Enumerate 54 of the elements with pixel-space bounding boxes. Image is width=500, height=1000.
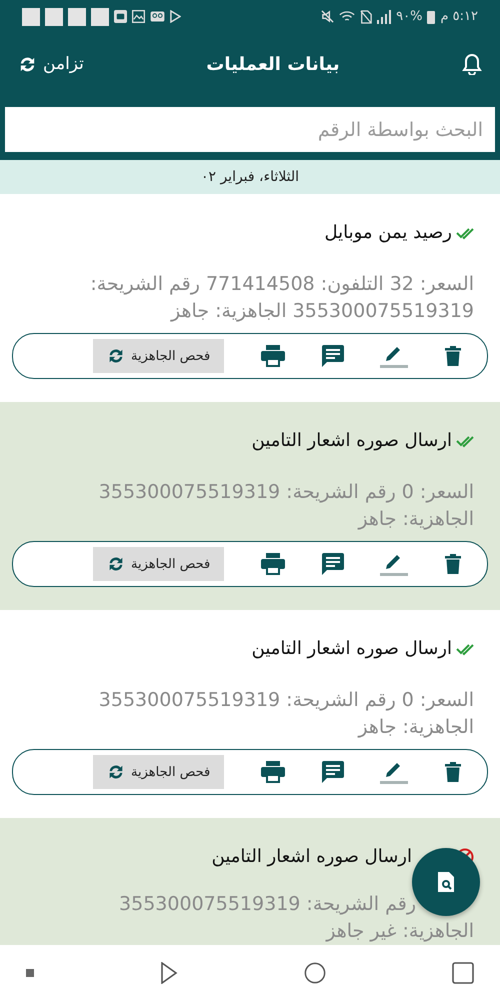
- message-icon[interactable]: [322, 553, 344, 575]
- record-title: ارسال صوره اشعار التامين: [212, 846, 412, 867]
- record-details: الجاهزية: جاهز: [356, 507, 474, 532]
- back-icon[interactable]: [160, 962, 178, 984]
- printer-icon[interactable]: [260, 761, 285, 783]
- printer-icon[interactable]: [260, 553, 285, 575]
- pencil-icon[interactable]: [380, 344, 408, 368]
- sync-button[interactable]: تزامن: [18, 54, 84, 74]
- bell-icon[interactable]: [462, 53, 482, 75]
- notification-icon: [68, 8, 86, 26]
- refresh-icon: [107, 347, 126, 365]
- no-sim-icon: [360, 10, 372, 24]
- record-details: 355300075519319 الجاهزية: جاهز: [169, 299, 474, 324]
- trash-icon[interactable]: [445, 554, 461, 574]
- battery-level: %٩٠: [396, 9, 422, 24]
- signal-icon: [377, 10, 392, 24]
- pencil-icon[interactable]: [380, 760, 408, 784]
- play-store-icon: [170, 10, 181, 23]
- record-title: ارسال صوره اشعار التامين: [252, 638, 452, 659]
- record-details: الجاهزية: غير جاهز: [324, 919, 474, 944]
- check-readiness-button[interactable]: فحص الجاهزية: [93, 755, 224, 789]
- record-details: السعر: 32 التلفون: 771414508 رقم الشريحة:: [89, 272, 474, 297]
- check-readiness-button[interactable]: فحص الجاهزية: [93, 339, 224, 373]
- check-readiness-button[interactable]: فحص الجاهزية: [93, 547, 224, 581]
- notification-icon: [91, 8, 109, 26]
- notification-icon: [22, 8, 40, 26]
- refresh-icon: [107, 763, 126, 781]
- screen-title: بيانات العمليات: [206, 54, 340, 74]
- trash-icon[interactable]: [445, 346, 461, 366]
- record-title: ارسال صوره اشعار التامين: [252, 430, 452, 451]
- printer-icon[interactable]: [260, 345, 285, 367]
- record-details: رقم الشريحة: 355300075519319: [118, 892, 417, 917]
- recents-icon[interactable]: [452, 962, 474, 984]
- search-field[interactable]: البحث بواسطة الرقم: [5, 107, 495, 152]
- message-icon[interactable]: [322, 761, 344, 783]
- pencil-icon[interactable]: [380, 552, 408, 576]
- mute-icon: [321, 10, 334, 23]
- battery-icon: [427, 10, 436, 24]
- record-details: الجاهزية: جاهز: [356, 715, 474, 740]
- date-header: الثلاثاء، فبراير ٠٢: [200, 169, 300, 185]
- record-title: رصيد يمن موبايل: [324, 222, 452, 243]
- image-icon: [132, 10, 145, 23]
- download-icon: [114, 10, 127, 23]
- document-search-icon: [438, 872, 454, 892]
- clock: ٥:١٢ م: [440, 9, 478, 24]
- trash-icon[interactable]: [445, 762, 461, 782]
- record-details: السعر: 0 رقم الشريحة: 355300075519319: [98, 688, 474, 713]
- notification-icon: [45, 8, 63, 26]
- home-icon[interactable]: [304, 962, 326, 984]
- record-details: السعر: 0 رقم الشريحة: 355300075519319: [98, 480, 474, 505]
- voicemail-icon: [150, 11, 165, 22]
- wifi-icon: [339, 10, 356, 23]
- refresh-icon: [107, 555, 126, 573]
- message-icon[interactable]: [322, 345, 344, 367]
